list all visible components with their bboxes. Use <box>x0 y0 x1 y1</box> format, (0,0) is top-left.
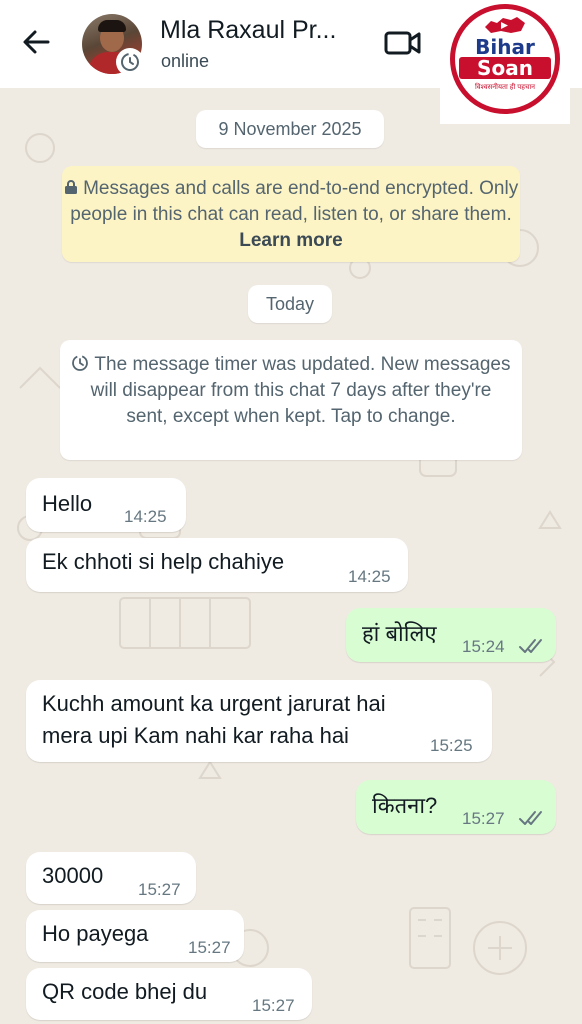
message-time: 15:24 <box>462 637 505 656</box>
message-text: कितना? <box>372 793 438 818</box>
message-bubble[interactable]: Ek chhoti si help chahiye 14:25 <box>26 538 408 592</box>
message-text: mera upi Kam nahi kar raha hai <box>42 723 349 748</box>
message-text: Kuchh amount ka urgent jarurat hai <box>42 691 386 716</box>
message-text: हां बोलिए <box>362 621 437 646</box>
back-arrow-icon[interactable] <box>18 24 54 60</box>
message-bubble[interactable]: QR code bhej du 15:27 <box>26 968 312 1020</box>
message-bubble[interactable]: Ho payega 15:27 <box>26 910 244 962</box>
message-text: 30000 <box>42 863 104 888</box>
disappearing-timer-icon <box>116 48 144 76</box>
timer-notice[interactable]: The message timer was updated. New messa… <box>60 340 522 460</box>
today-label: Today <box>248 285 332 323</box>
contact-name[interactable]: Mla Raxaul Pr... <box>160 16 336 45</box>
message-text: Ek chhoti si help chahiye <box>42 549 285 574</box>
encryption-notice[interactable]: Messages and calls are end-to-end encryp… <box>62 166 520 262</box>
message-text: Ho payega <box>42 921 149 946</box>
contact-status: online <box>161 51 210 71</box>
logo-line2: Soan <box>477 56 533 80</box>
message-bubble[interactable]: Kuchh amount ka urgent jarurat hai mera … <box>26 680 492 762</box>
message-bubble[interactable]: हां बोलिए 15:24 <box>346 608 556 662</box>
message-bubble[interactable]: कितना? 15:27 <box>356 780 556 834</box>
timer-notice-text: The message timer was updated. New messa… <box>90 354 511 427</box>
read-receipt-icon <box>519 639 542 653</box>
message-time: 14:25 <box>124 507 167 526</box>
lock-icon <box>64 180 77 194</box>
video-call-icon[interactable] <box>384 28 422 58</box>
disappearing-timer-icon <box>72 355 89 371</box>
date-label: 9 November 2025 <box>196 110 384 148</box>
encryption-notice-text: Messages and calls are end-to-end encryp… <box>70 178 519 225</box>
message-text: Hello <box>42 491 93 516</box>
read-receipt-icon <box>519 811 542 825</box>
message-time: 15:27 <box>252 996 295 1015</box>
message-time: 14:25 <box>348 567 391 586</box>
message-time: 15:27 <box>462 809 505 828</box>
message-bubble[interactable]: 30000 15:27 <box>26 852 196 904</box>
message-time: 15:25 <box>430 736 473 755</box>
learn-more-link[interactable]: Learn more <box>239 230 342 251</box>
chat-area[interactable]: 9 November 2025 Messages and calls are e… <box>0 88 582 1024</box>
message-bubble[interactable]: Hello 14:25 <box>26 478 186 532</box>
message-text: QR code bhej du <box>42 979 208 1004</box>
message-time: 15:27 <box>138 880 181 899</box>
message-time: 15:27 <box>188 938 231 957</box>
map-icon <box>485 17 525 33</box>
